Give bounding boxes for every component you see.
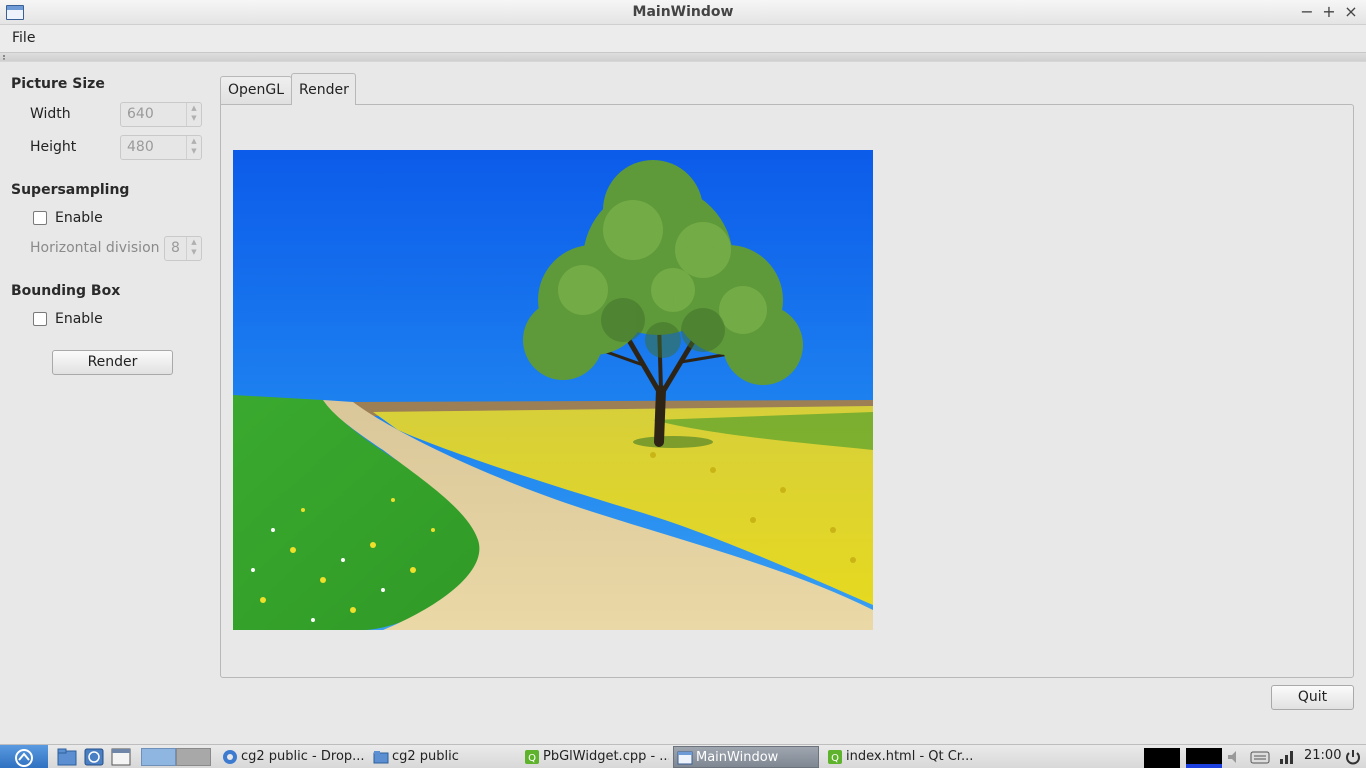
horizontal-division-spinbox[interactable]: 8 ▲ ▼ [164, 236, 202, 261]
task-item[interactable]: Q index.html - Qt Cr... [824, 746, 972, 768]
title-bar: MainWindow − + × [0, 0, 1366, 25]
task-label: cg2 public [392, 749, 459, 764]
width-label: Width [30, 106, 71, 122]
task-label: PbGlWidget.cpp - ... [543, 749, 669, 764]
width-value: 640 [127, 106, 154, 122]
workspace-1[interactable] [141, 748, 176, 766]
toolbar-handle[interactable] [0, 52, 1366, 62]
task-item[interactable]: Q PbGlWidget.cpp - ... [521, 746, 669, 768]
horizontal-division-label: Horizontal division [30, 240, 160, 256]
file-manager-icon[interactable] [57, 748, 77, 766]
bounding-box-enable-checkbox[interactable] [33, 312, 47, 326]
spin-arrows-icon[interactable]: ▲ ▼ [186, 103, 201, 126]
height-spinbox[interactable]: 480 ▲ ▼ [120, 135, 202, 160]
quit-button[interactable]: Quit [1271, 685, 1354, 710]
height-label: Height [30, 139, 77, 155]
qt-creator-icon: Q [525, 750, 539, 764]
spin-arrows-icon[interactable]: ▲ ▼ [186, 237, 201, 260]
browser-icon[interactable] [84, 748, 104, 766]
task-label: cg2 public - Drop... [241, 749, 365, 764]
landscape-picture [233, 150, 873, 630]
task-label: index.html - Qt Cr... [846, 749, 972, 764]
minimize-button[interactable]: − [1298, 2, 1316, 22]
power-icon[interactable] [1343, 748, 1363, 766]
render-button[interactable]: Render [52, 350, 173, 375]
volume-icon[interactable] [1225, 748, 1245, 766]
picture-size-title: Picture Size [11, 76, 105, 92]
show-desktop-icon[interactable] [111, 748, 131, 766]
maximize-button[interactable]: + [1320, 2, 1338, 22]
tab-render[interactable]: Render [291, 73, 356, 105]
taskbar: cg2 public - Drop... cg2 public Q PbGlWi… [0, 744, 1366, 768]
width-spinbox[interactable]: 640 ▲ ▼ [120, 102, 202, 127]
network-signal-icon[interactable] [1277, 748, 1297, 766]
workspace-2[interactable] [176, 748, 211, 766]
folder-icon [373, 751, 389, 764]
task-item[interactable]: cg2 public [370, 746, 516, 768]
tab-opengl[interactable]: OpenGL [220, 76, 292, 104]
clock[interactable]: 21:00 [1304, 748, 1341, 763]
height-value: 480 [127, 139, 154, 155]
menu-bar: File [0, 25, 1366, 52]
network-monitor [1186, 748, 1222, 768]
bounding-box-enable-label: Enable [55, 311, 103, 327]
window-title: MainWindow [632, 4, 734, 20]
task-item-active[interactable]: MainWindow [673, 746, 819, 768]
task-item[interactable]: cg2 public - Drop... [219, 746, 365, 768]
close-button[interactable]: × [1342, 2, 1360, 22]
svg-text:Q: Q [528, 753, 536, 764]
horizontal-division-value: 8 [171, 240, 180, 256]
supersampling-enable-checkbox[interactable] [33, 211, 47, 225]
task-label: MainWindow [696, 750, 779, 765]
svg-text:Q: Q [831, 753, 839, 764]
start-icon [15, 749, 33, 767]
cpu-monitor [1144, 748, 1180, 768]
qt-creator-icon: Q [828, 750, 842, 764]
spin-arrows-icon[interactable]: ▲ ▼ [186, 136, 201, 159]
supersampling-title: Supersampling [11, 182, 130, 198]
bounding-box-title: Bounding Box [11, 283, 121, 299]
window-icon [677, 751, 693, 765]
render-output-image [233, 150, 873, 630]
keyboard-icon[interactable] [1250, 748, 1270, 766]
start-menu-button[interactable] [0, 745, 48, 768]
grip-icon [3, 55, 6, 60]
menu-file[interactable]: File [4, 28, 43, 49]
chromium-icon [223, 750, 237, 764]
supersampling-enable-label: Enable [55, 210, 103, 226]
